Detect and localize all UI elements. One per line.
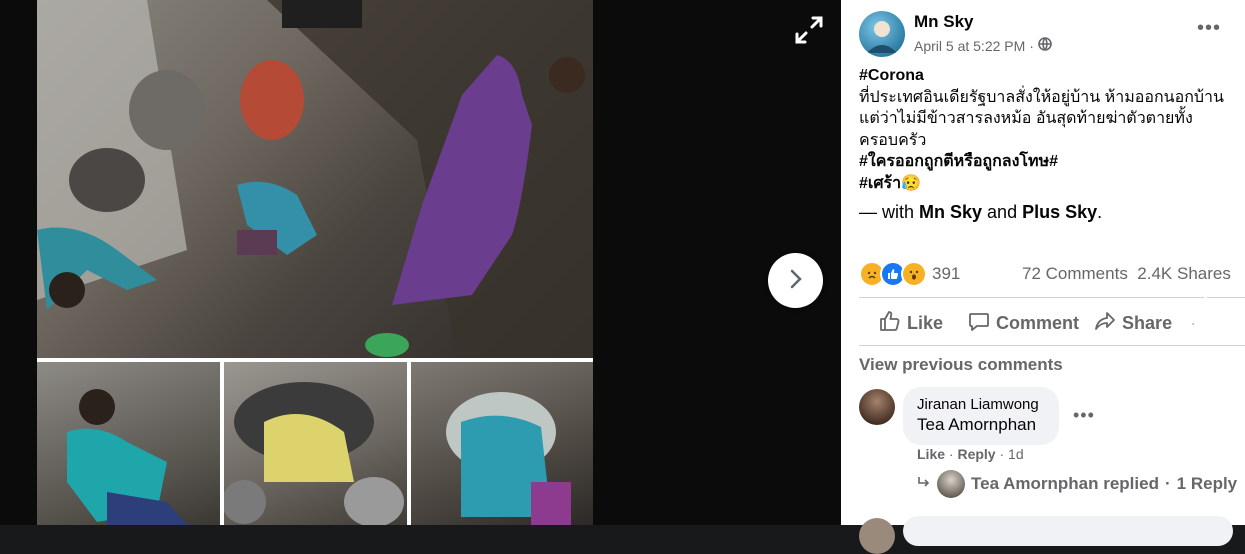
post-meta: April 5 at 5:22 PM ·: [914, 37, 1052, 54]
next-photo-button[interactable]: [768, 253, 823, 308]
comment-options-button[interactable]: •••: [1073, 405, 1095, 426]
post-panel: Mn Sky April 5 at 5:22 PM · ••• #Corona …: [841, 0, 1245, 554]
share-label: Share: [1122, 312, 1173, 333]
tagged-person-1[interactable]: Mn Sky: [919, 202, 982, 222]
engagement-counts: 72 Comments 2.4K Shares: [1022, 264, 1231, 284]
post-hashtag-corona[interactable]: #Corona: [859, 65, 1243, 87]
post-text: #Corona ที่ประเทศอินเดียรัฐบาลสั่งให้อยู…: [859, 65, 1243, 194]
post-author[interactable]: Mn Sky: [914, 12, 974, 32]
reply-sep: ·: [1164, 474, 1171, 493]
comment-sep: ·: [999, 446, 1005, 462]
wow-reaction-icon: [901, 261, 927, 287]
globe-icon: [1038, 37, 1052, 54]
reply-arrow-icon: [917, 474, 931, 494]
divider: [859, 297, 1204, 298]
photo-main[interactable]: [37, 0, 593, 358]
like-label: Like: [907, 312, 944, 333]
photo-thumb-1[interactable]: [37, 362, 220, 525]
share-button[interactable]: Share: [1094, 310, 1172, 337]
comment-actions: Like · Reply · 1d: [917, 446, 1024, 462]
next-commenter-avatar[interactable]: [859, 518, 895, 554]
like-button[interactable]: Like: [879, 310, 943, 337]
actions-overflow: ·: [1190, 312, 1197, 333]
replied-text: Tea Amornphan replied: [971, 474, 1159, 493]
comment-icon: [968, 310, 990, 337]
commenter-avatar[interactable]: [859, 389, 895, 425]
commenter-name[interactable]: Jiranan Liamwong: [917, 396, 1039, 413]
reply-count: 1 Reply: [1176, 474, 1238, 493]
photo-thumb-2[interactable]: [224, 362, 407, 525]
with-and: and: [982, 202, 1023, 222]
view-previous-comments-link[interactable]: View previous comments: [859, 355, 1063, 375]
photo-thumb-3[interactable]: [411, 362, 593, 525]
view-replies-link[interactable]: Tea Amornphan replied · 1 Reply: [917, 470, 1237, 498]
post-timestamp[interactable]: April 5 at 5:22 PM: [914, 38, 1025, 54]
reaction-icons[interactable]: [859, 261, 927, 287]
photo-viewer: [0, 0, 841, 525]
post-body: ที่ประเทศอินเดียรัฐบาลสั่งให้อยู่บ้าน ห้…: [859, 88, 1224, 149]
with-suffix: .: [1097, 202, 1103, 222]
divider: [859, 345, 1245, 346]
post-hashtag-sad[interactable]: #เศร้า😥: [859, 173, 1243, 195]
post-actions: Like Comment Share ·: [859, 303, 1245, 343]
post-hashtag-punish[interactable]: #ใครออกถูกตีหรือถูกลงโทษ#: [859, 151, 1243, 173]
replier-avatar: [937, 470, 965, 498]
thumbs-up-icon: [879, 310, 901, 337]
comment-text[interactable]: Tea Amornphan: [917, 415, 1036, 435]
author-avatar[interactable]: [859, 11, 905, 57]
chevron-right-icon: [785, 268, 807, 293]
share-icon: [1094, 310, 1116, 337]
divider: [1207, 297, 1245, 298]
comment-like-link[interactable]: Like: [917, 446, 945, 462]
tagged-person-2[interactable]: Plus Sky: [1022, 202, 1097, 222]
tagged-people: — with Mn Sky and Plus Sky.: [859, 202, 1102, 223]
comments-count[interactable]: 72 Comments: [1022, 264, 1128, 283]
comment-age[interactable]: 1d: [1008, 446, 1024, 462]
meta-separator: ·: [1029, 37, 1034, 54]
comment-label: Comment: [996, 312, 1080, 333]
photo-collage[interactable]: [37, 0, 593, 525]
expand-icon[interactable]: [793, 14, 825, 46]
reaction-count[interactable]: 391: [932, 264, 960, 284]
with-prefix: — with: [859, 202, 920, 222]
comment-button[interactable]: Comment: [968, 310, 1079, 337]
comment-sep: ·: [948, 446, 954, 462]
shares-count[interactable]: 2.4K Shares: [1137, 264, 1231, 283]
post-options-button[interactable]: •••: [1197, 18, 1221, 38]
comment-reply-link[interactable]: Reply: [957, 446, 995, 462]
next-comment-bubble: [903, 516, 1233, 546]
